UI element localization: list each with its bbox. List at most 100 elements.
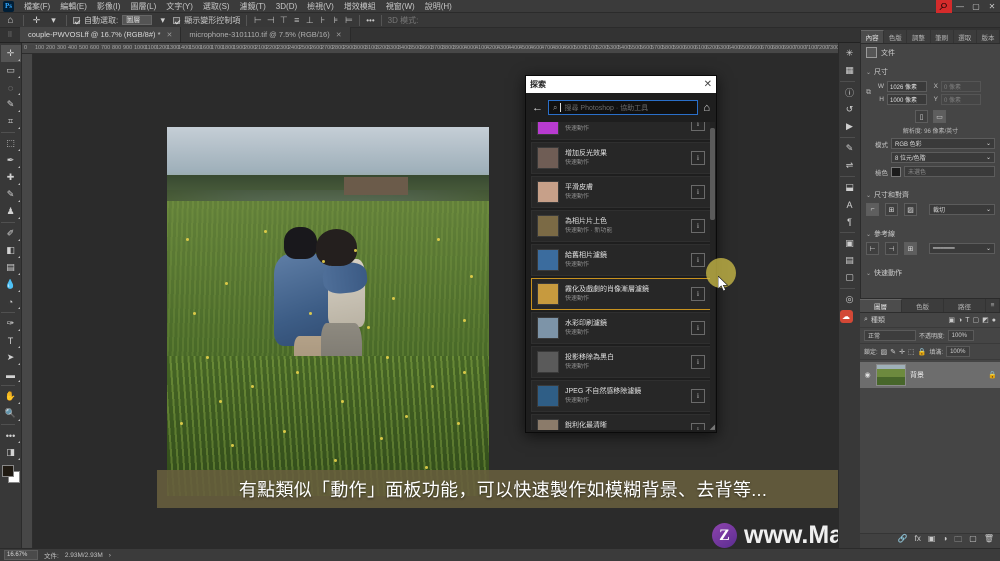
minimize-button[interactable]: — [952,0,968,13]
depth-dropdown[interactable]: 8 位元/色階 ⌄ [891,152,995,163]
search-icon[interactable]: ⌕ [864,316,868,324]
align-top-icon[interactable]: ⊥ [303,13,316,28]
brush-tool-icon[interactable]: ✎ [1,186,21,203]
history-panel-icon[interactable]: ↺ [840,101,860,118]
layers-tab-1[interactable]: 色版 [902,299,944,312]
lasso-tool-icon[interactable]: ◌ [1,79,21,96]
chevron-down-icon[interactable]: ▾ [154,13,171,28]
info-icon[interactable]: i [691,185,705,199]
discover-list-item[interactable]: 增加反光效果 快速動作 i [531,142,711,174]
discover-list-item[interactable]: 套用負片效果漸層快速動作 i [531,122,711,140]
guide-center-icon[interactable]: ⊣ [885,242,898,255]
panel-menu-icon[interactable]: ≡ [986,299,1000,312]
info-icon[interactable]: i [691,355,705,369]
discover-list-item[interactable]: JPEG 不自然感移除濾鏡 快速動作 i [531,380,711,412]
size-align-header[interactable]: ⌄ 尺寸和對齊 [866,190,995,200]
color-swatches[interactable] [1,464,21,484]
document-tab-1[interactable]: microphone-3101110.tif @ 7.5% (RGB/16) ✕ [181,27,351,42]
properties-tab-0[interactable]: 內容 [861,30,885,43]
discover-panel-icon[interactable]: ◎ [840,291,860,308]
layer-row[interactable]: ◉ 背景 🔒 [860,362,1000,388]
auto-select-checkbox[interactable] [73,16,80,24]
canvas-size-icon[interactable]: ⊞ [885,203,898,216]
document-tab-0[interactable]: couple-PWVOSLff @ 16.7% (RGB/8#) * ✕ [20,27,182,42]
notes-panel-icon[interactable]: ▤ [840,252,860,269]
menu-item-8[interactable]: 檢視(V) [302,0,339,13]
hand-tool-icon[interactable]: ✋ [1,388,21,405]
shape-filter-icon[interactable]: ▢ [973,316,980,324]
properties-tab-2[interactable]: 調整 [907,30,931,43]
paragraph-panel-icon[interactable]: ¶ [840,213,860,230]
show-transform-checkbox[interactable] [173,16,181,24]
menu-item-3[interactable]: 圖層(L) [125,0,161,13]
tab-grip-icon[interactable]: ⠿ [0,27,20,42]
healing-brush-tool-icon[interactable]: ✚ [1,169,21,186]
link-layers-icon[interactable]: 🔗 [898,534,908,548]
eraser-tool-icon[interactable]: ◧ [1,242,21,259]
properties-panel-icon[interactable]: ⇌ [840,157,860,174]
properties-tab-3[interactable]: 筆刷 [931,30,954,43]
guides-header[interactable]: ⌄ 參考線 [866,229,995,239]
close-button[interactable]: ✕ [984,0,1000,13]
align-left-icon[interactable]: ⊢ [251,13,264,28]
lock-image-icon[interactable]: ✎ [890,348,896,356]
menu-item-4[interactable]: 文字(Y) [161,0,198,13]
status-expand-icon[interactable]: › [109,552,111,559]
foreground-color-swatch[interactable] [1,465,14,477]
opacity-input[interactable]: 100% [947,330,974,341]
info-icon[interactable]: i [691,253,705,267]
adjustment-filter-icon[interactable]: ◑ [958,317,962,324]
menu-item-1[interactable]: 編輯(E) [55,0,92,13]
menu-item-7[interactable]: 3D(D) [271,0,302,13]
properties-tab-1[interactable]: 色版 [884,30,908,43]
tool-preset-chevron-icon[interactable]: ▾ [45,13,62,28]
properties-tab-4[interactable]: 選取 [954,30,977,43]
dialog-resize-handle[interactable]: ◢ [707,423,715,431]
layer-style-icon[interactable]: fx [915,534,921,548]
color-panel-icon[interactable]: ✳ [840,45,860,62]
align-dropdown[interactable]: 裁切 ⌄ [929,204,995,215]
layers-tab-0[interactable]: 圖層 [860,299,902,312]
more-options-button[interactable]: ••• [364,16,376,25]
eye-icon[interactable]: ◉ [863,371,872,379]
brush-settings-icon[interactable]: ✎ [840,140,860,157]
auto-select-dropdown[interactable]: 圖層 [122,15,153,25]
rectangle-tool-icon[interactable]: ▬ [1,366,21,383]
move-tool-icon[interactable]: ✛ [28,13,45,28]
discover-list-item[interactable]: 平滑皮膚 快速動作 i [531,176,711,208]
actions-panel-icon[interactable]: ▶ [840,118,860,135]
libraries-panel-icon[interactable]: ▣ [840,235,860,252]
eyedropper-tool-icon[interactable]: ✒ [1,152,21,169]
distribute-h-icon[interactable]: ≡ [290,13,303,28]
frame-tool-icon[interactable]: ⬚ [1,135,21,152]
mode-dropdown[interactable]: RGB 色彩 ⌄ [891,138,995,149]
discover-results-list[interactable]: 套用負片效果漸層快速動作i 增加反光效果快速動作i平滑皮膚快速動作i為相片片上色快… [526,122,716,430]
home-icon[interactable]: ⌂ [703,102,710,114]
menu-item-2[interactable]: 影像(I) [92,0,126,13]
menu-item-10[interactable]: 視窗(W) [381,0,420,13]
info-icon[interactable]: i [691,287,705,301]
align-center-h-icon[interactable]: ⊣ [264,13,277,28]
quick-mask-icon[interactable]: ◨ [1,444,21,461]
quick-actions-header[interactable]: ⌄ 快速動作 [866,268,995,278]
object-selection-tool-icon[interactable]: ✎ [1,96,21,113]
search-icon[interactable]: ⌕ [936,0,952,14]
glyphs-panel-icon[interactable]: ▢ [840,269,860,286]
creative-cloud-icon[interactable]: ☁ [839,310,853,323]
y-input[interactable]: 0 像素 [941,94,981,105]
info-panel-icon[interactable]: ⓘ [840,84,860,101]
path-selection-tool-icon[interactable]: ➤ [1,349,21,366]
lock-position-icon[interactable]: ✛ [899,348,905,356]
distribute-v-icon[interactable]: ⊨ [342,13,355,28]
zoom-level-input[interactable]: 16.67% [4,550,38,560]
orientation-landscape-button[interactable]: ▭ [933,110,946,123]
lock-artboard-icon[interactable]: ⬚ [908,348,915,356]
search-input[interactable]: ⌕ 搜尋 Photoshop · 協助工具 [548,100,699,115]
pixel-filter-icon[interactable]: ▣ [948,316,955,324]
adjustment-layer-icon[interactable]: ◑ [942,534,947,548]
pen-tool-icon[interactable]: ✑ [1,315,21,332]
lock-transparent-icon[interactable]: ▨ [881,348,888,356]
discover-list-item[interactable]: 為相片片上色 快速動作 · 新功能 i [531,210,711,242]
height-input[interactable]: 1000 像素 [887,94,927,105]
type-filter-icon[interactable]: T [965,317,969,324]
